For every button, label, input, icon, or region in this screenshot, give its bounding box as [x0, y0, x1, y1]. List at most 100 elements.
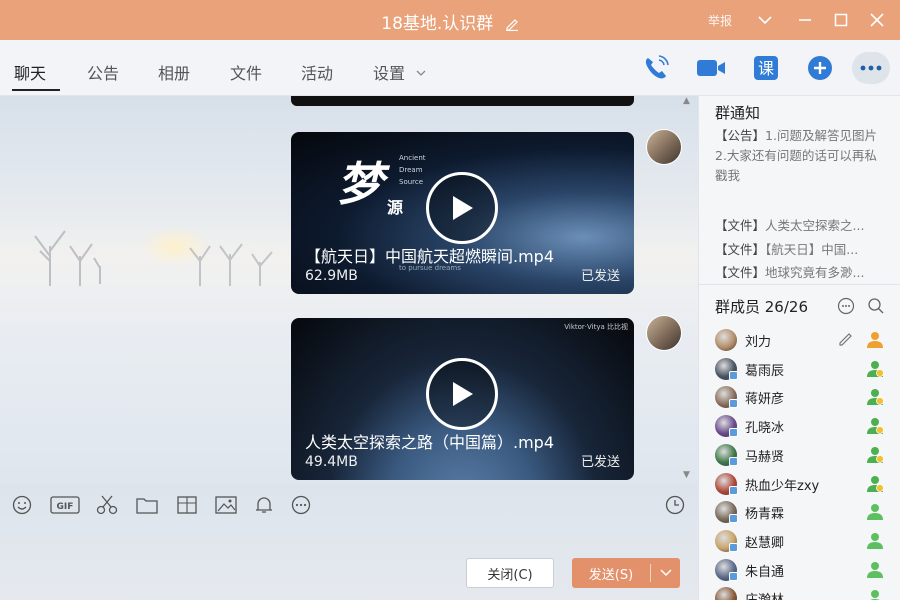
play-icon	[453, 196, 473, 220]
title-bar: 18基地.认识群 举报	[0, 0, 900, 40]
member-item[interactable]: 热血少年zxy	[715, 470, 895, 496]
tab-chat[interactable]: 聊天	[14, 60, 46, 84]
member-name: 刘力	[745, 335, 772, 350]
screenshot-tool-icon[interactable]	[175, 493, 199, 517]
announcement[interactable]: 【公告】1.问题及解答见图片 2.大家还有问题的话可以再私戳我	[715, 126, 887, 186]
voice-call-icon[interactable]	[640, 52, 672, 84]
member-name: 马赫贤	[745, 449, 785, 465]
avatar[interactable]	[715, 587, 737, 600]
member-name: 朱自通	[745, 564, 785, 580]
scroll-up-icon[interactable]: ▲	[683, 96, 690, 106]
history-clock-icon[interactable]	[663, 493, 687, 517]
notice-file-item[interactable]: 【文件】地球究竟有多渺...	[715, 262, 889, 281]
device-status-icon	[729, 370, 738, 380]
notice-file-item[interactable]: 【文件】人类太空探索之...	[715, 215, 889, 234]
admin-badge-icon	[867, 475, 884, 492]
lesson-icon[interactable]: 课	[750, 52, 782, 84]
sent-status: 已发送	[580, 455, 620, 470]
admin-badge-icon	[867, 418, 884, 435]
send-divider	[650, 564, 651, 582]
admin-badge-icon	[867, 446, 884, 463]
tab-bar: 聊天 公告 相册 文件 活动 设置 课	[0, 40, 900, 96]
video-file-size: 62.9MB	[305, 268, 358, 284]
avatar[interactable]	[715, 329, 737, 351]
device-status-icon	[729, 571, 738, 581]
group-info-panel: 群通知 【公告】1.问题及解答见图片 2.大家还有问题的话可以再私戳我 【文件】…	[698, 96, 900, 600]
member-name: 赵慧卿	[745, 535, 785, 551]
video-message[interactable]: 梦 源 Ancient Dream Source to pursue dream…	[291, 132, 634, 294]
background-trees-right	[189, 243, 273, 286]
tab-announcement[interactable]: 公告	[87, 60, 119, 84]
chat-area[interactable]: ▲ 梦 源 Ancient Dream Source to pursue dre…	[0, 96, 698, 482]
tab-settings-label: 设置	[373, 64, 406, 83]
notice-file-item[interactable]: 【文件】【航天日】中国...	[715, 239, 889, 258]
member-badge-icon	[870, 590, 880, 600]
sent-status: 已发送	[580, 269, 620, 284]
video-message[interactable]: Viktor·Vitya 比比视 人类太空探索之路（中国篇）.mp4 49.4M…	[291, 318, 634, 480]
maximize-button[interactable]	[831, 10, 851, 30]
active-tab-indicator	[12, 89, 60, 91]
member-item[interactable]: 朱自通	[715, 556, 895, 582]
play-button[interactable]	[426, 172, 498, 244]
scissors-icon[interactable]	[95, 493, 119, 517]
member-name: 葛雨辰	[745, 363, 785, 379]
minimize-button[interactable]	[795, 10, 815, 30]
background-trees	[34, 230, 101, 286]
video-call-icon[interactable]	[695, 52, 727, 84]
device-status-icon	[729, 542, 738, 552]
bell-icon[interactable]	[252, 493, 276, 517]
video-overlay-title: 梦	[337, 157, 383, 211]
edit-nickname-icon[interactable]	[837, 330, 855, 348]
tab-settings[interactable]: 设置	[373, 60, 426, 84]
video-overlay-english: Ancient Dream Source	[399, 154, 426, 186]
member-item[interactable]: 赵慧卿	[715, 527, 895, 553]
tab-album[interactable]: 相册	[158, 60, 190, 84]
chevron-down-icon[interactable]	[755, 10, 775, 30]
play-icon	[453, 382, 473, 406]
close-button[interactable]: 关闭(C)	[466, 558, 554, 588]
tab-activity[interactable]: 活动	[301, 60, 333, 84]
member-badge-icon	[867, 532, 883, 549]
member-item[interactable]: 马赫贤	[715, 441, 895, 467]
send-options-chevron-icon[interactable]	[652, 558, 680, 588]
tab-files[interactable]: 文件	[230, 60, 262, 84]
send-button[interactable]: 发送(S)	[572, 558, 680, 588]
scroll-down-icon[interactable]: ▼	[683, 470, 690, 480]
video-file-size: 49.4MB	[305, 454, 358, 470]
folder-icon[interactable]	[135, 493, 159, 517]
sender-avatar[interactable]	[646, 129, 682, 165]
previous-message-bubble	[291, 96, 634, 106]
device-status-icon	[729, 428, 738, 438]
play-button[interactable]	[426, 358, 498, 430]
report-link[interactable]: 举报	[708, 12, 732, 29]
video-file-name: 人类太空探索之路（中国篇）.mp4	[305, 433, 555, 452]
member-item[interactable]: 庄瀚林	[715, 584, 895, 600]
add-app-icon[interactable]	[804, 52, 836, 84]
member-name: 杨青霖	[745, 507, 785, 523]
owner-badge-icon	[867, 332, 883, 348]
search-icon[interactable]	[867, 297, 885, 315]
member-chat-icon[interactable]	[837, 297, 855, 315]
member-item[interactable]: 蒋妍彦	[715, 383, 895, 409]
member-item[interactable]: 刘力	[715, 326, 895, 352]
more-tools-icon[interactable]	[289, 493, 313, 517]
member-name: 热血少年zxy	[745, 478, 820, 494]
message-input-area[interactable]: GIF 关闭(C) 发送(S)	[0, 482, 698, 600]
video-watermark: Viktor·Vitya 比比视	[564, 323, 628, 331]
more-icon	[860, 65, 882, 71]
edit-name-icon[interactable]	[505, 16, 519, 36]
member-item[interactable]: 葛雨辰	[715, 355, 895, 381]
member-badge-icon	[867, 561, 883, 578]
device-status-icon	[729, 456, 738, 466]
member-item[interactable]: 孔晓冰	[715, 412, 895, 438]
admin-badge-icon	[867, 360, 884, 377]
emoji-icon[interactable]	[10, 493, 34, 517]
image-icon[interactable]	[214, 493, 238, 517]
sender-avatar[interactable]	[646, 315, 682, 351]
gif-icon[interactable]: GIF	[50, 493, 80, 517]
close-window-button[interactable]	[867, 10, 887, 30]
video-file-name: 【航天日】中国航天超燃瞬间.mp4	[305, 247, 555, 266]
member-name: 孔晓冰	[745, 421, 785, 437]
member-item[interactable]: 杨青霖	[715, 498, 895, 524]
more-options-button[interactable]	[852, 52, 890, 84]
